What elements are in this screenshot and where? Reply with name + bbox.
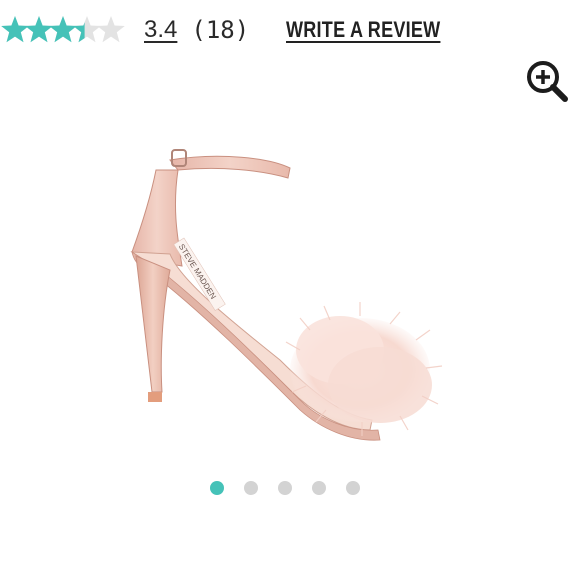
star-rating-graphic [1,16,125,43]
sandal-illustration: STEVE MADDEN [130,149,443,441]
zoom-in-icon [527,61,568,102]
rating-bar: 3.4 (18) [0,10,249,50]
carousel-dot[interactable] [210,481,224,495]
carousel-dot[interactable] [278,481,292,495]
star-icon [97,16,125,43]
rating-value[interactable]: 3.4 [144,16,177,44]
carousel-dot[interactable] [346,481,360,495]
zoom-button[interactable] [524,58,570,104]
star-rating [0,15,126,45]
carousel-dots [210,481,360,495]
write-review-link[interactable]: WRITE A REVIEW [286,17,440,43]
product-info-strip [0,572,580,580]
product-image[interactable]: STEVE MADDEN [110,130,470,450]
carousel-dot[interactable] [244,481,258,495]
carousel-dot[interactable] [312,481,326,495]
review-count: (18) [191,16,250,44]
